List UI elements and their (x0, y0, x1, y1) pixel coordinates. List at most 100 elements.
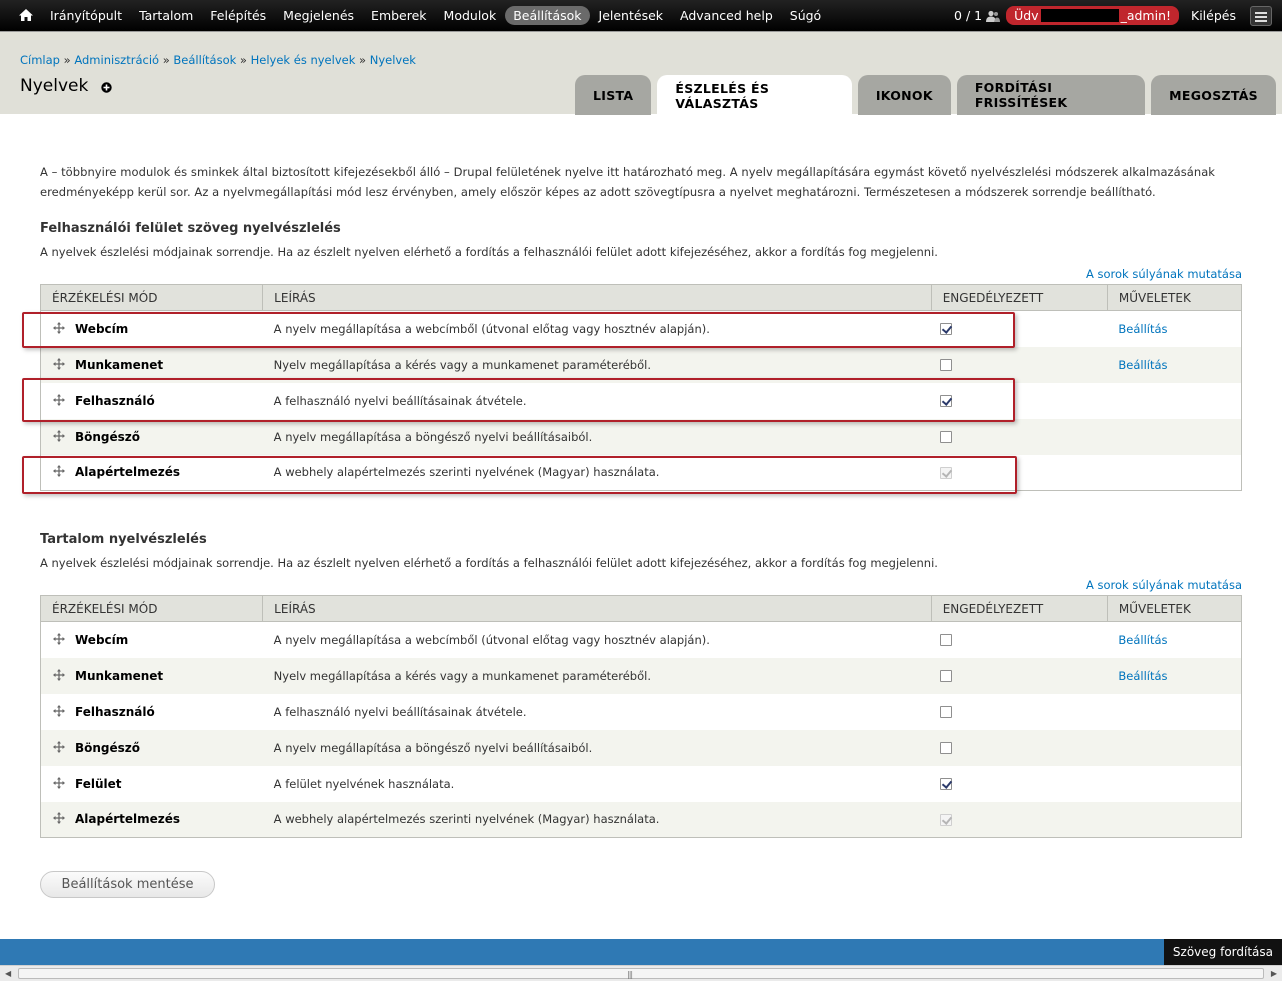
toolbar-item-beallitasok[interactable]: Beállítások (505, 6, 590, 25)
tab-megosztas[interactable]: Megosztás (1151, 75, 1276, 115)
horizontal-scrollbar[interactable]: ◀ ||| ▶ (0, 965, 1282, 981)
home-icon[interactable] (18, 7, 34, 23)
operations-cell (1107, 693, 1242, 730)
configure-link[interactable]: Beállítás (1118, 358, 1167, 372)
toolbar-item-iranyitopult[interactable]: Irányítópult (42, 6, 130, 25)
drag-handle-icon[interactable] (53, 321, 65, 334)
breadcrumb-link[interactable]: Beállítások (173, 53, 236, 67)
enabled-cell (931, 801, 1108, 838)
breadcrumb-separator: » (355, 53, 370, 67)
drag-handle-icon[interactable] (53, 704, 65, 717)
toolbar-item-megjelenes[interactable]: Megjelenés (275, 6, 362, 25)
table-row[interactable]: Felület A felület nyelvének használata. (40, 765, 1242, 802)
operations-cell (1107, 454, 1242, 491)
detection-description: A webhely alapértelmezés szerinti nyelvé… (262, 454, 932, 491)
breadcrumb-separator: » (159, 53, 174, 67)
welcome-user-link[interactable]: Üdv _admin! (1006, 6, 1180, 25)
welcome-suffix: _admin! (1120, 8, 1172, 23)
toolbar-item-modulok[interactable]: Modulok (436, 6, 505, 25)
detection-mode-label: Böngésző (75, 740, 141, 755)
drag-handle-icon[interactable] (53, 465, 65, 478)
online-users-counter: 0 / 1 (954, 8, 983, 23)
enabled-cell (931, 346, 1108, 383)
table-row[interactable]: Felhasználó A felhasználó nyelvi beállítá… (40, 693, 1242, 730)
detection-mode-cell: Webcím (40, 310, 263, 347)
table-row[interactable]: Böngésző A nyelv megállapítása a böngésző… (40, 729, 1242, 766)
detection-description: A felhasználó nyelvi beállításainak átvé… (262, 693, 932, 730)
toolbar-item-jelentesek[interactable]: Jelentések (591, 6, 672, 25)
column-header: Érzékelési mód (40, 284, 263, 311)
enabled-checkbox[interactable] (940, 742, 953, 754)
content-section-title: Tartalom nyelvészlelés (40, 532, 207, 547)
footer-bar (0, 939, 1282, 965)
enabled-checkbox[interactable] (940, 431, 953, 443)
detection-mode-cell: Felhasználó (40, 382, 263, 419)
enabled-checkbox[interactable] (940, 670, 953, 682)
drag-handle-icon[interactable] (53, 357, 65, 370)
toolbar-user-area: 0 / 1 Üdv _admin! Kilépés (954, 0, 1282, 31)
show-row-weights-link[interactable]: A sorok súlyának mutatása (1086, 578, 1242, 592)
detection-mode-label: Webcím (75, 321, 129, 336)
detection-description: A webhely alapértelmezés szerinti nyelvé… (262, 801, 932, 838)
configure-link[interactable]: Beállítás (1118, 669, 1167, 683)
enabled-checkbox[interactable] (940, 706, 953, 718)
enabled-checkbox[interactable] (940, 323, 953, 336)
table-row[interactable]: Alapértelmezés A webhely alapértelmezés s… (40, 801, 1242, 838)
operations-cell (1107, 801, 1242, 838)
drag-handle-icon[interactable] (53, 429, 65, 442)
enabled-checkbox (940, 466, 953, 479)
toolbar-item-sugo[interactable]: Súgó (782, 6, 829, 25)
table-row[interactable]: Böngésző A nyelv megállapítása a böngésző… (40, 418, 1242, 455)
plus-icon[interactable] (101, 82, 112, 93)
breadcrumb-link[interactable]: Nyelvek (370, 53, 416, 67)
detection-description: Nyelv megállapítása a kérés vagy a munka… (262, 657, 932, 694)
tab-forditasi-frissitesek[interactable]: Fordítási frissítések (956, 75, 1146, 115)
drag-handle-icon[interactable] (53, 393, 65, 406)
breadcrumb-link[interactable]: Adminisztráció (74, 53, 159, 67)
translate-text-button[interactable]: Szöveg fordítása (1163, 939, 1282, 965)
drag-handle-icon[interactable] (53, 632, 65, 645)
toolbar-item-advanced-help[interactable]: Advanced help (672, 6, 781, 25)
drag-handle-icon[interactable] (53, 740, 65, 753)
ui-section-title: Felhasználói felület szöveg nyelvészlelé… (40, 221, 341, 236)
detection-mode-cell: Felület (40, 765, 263, 802)
breadcrumb-link[interactable]: Címlap (20, 53, 60, 67)
drag-handle-icon[interactable] (53, 668, 65, 681)
column-header: Műveletek (1106, 595, 1242, 622)
configure-link[interactable]: Beállítás (1118, 633, 1167, 647)
logout-link[interactable]: Kilépés (1191, 8, 1236, 23)
tab-eszleles-es-valasztas[interactable]: Észlelés és választás (657, 75, 852, 116)
toolbar-item-emberek[interactable]: Emberek (363, 6, 435, 25)
toolbar-item-felepites[interactable]: Felépítés (202, 6, 274, 25)
table-row[interactable]: Alapértelmezés A webhely alapértelmezés s… (40, 454, 1242, 491)
tab-ikonok[interactable]: Ikonok (857, 75, 951, 115)
detection-mode-cell: Alapértelmezés (40, 801, 263, 838)
detection-description: A nyelv megállapítása a böngésző nyelvi … (262, 418, 932, 455)
enabled-checkbox[interactable] (940, 359, 953, 371)
drag-handle-icon[interactable] (53, 776, 65, 789)
enabled-checkbox[interactable] (940, 634, 953, 647)
table-row[interactable]: Webcím A nyelv megállapítása a webcímből … (40, 310, 1242, 347)
table-row[interactable]: Felhasználó A felhasználó nyelvi beállítá… (40, 382, 1242, 419)
scrollbar-thumb[interactable] (18, 968, 1264, 979)
show-row-weights-link[interactable]: A sorok súlyának mutatása (1086, 267, 1242, 281)
toolbar-item-tartalom[interactable]: Tartalom (131, 6, 201, 25)
secondary-tabs: Lista Észlelés és választás Ikonok Fordítás… (575, 75, 1282, 116)
table-row[interactable]: Munkamenet Nyelv megállapítása a kérés va… (40, 657, 1242, 694)
breadcrumb: Címlap » Adminisztráció » Beállítások » … (20, 53, 416, 67)
breadcrumb-link[interactable]: Helyek és nyelvek (251, 53, 356, 67)
detection-mode-label: Webcím (75, 632, 129, 647)
table-row[interactable]: Munkamenet Nyelv megállapítása a kérés va… (40, 346, 1242, 383)
table-row[interactable]: Webcím A nyelv megállapítása a webcímből … (40, 621, 1242, 658)
scroll-right-icon[interactable]: ▶ (1271, 969, 1277, 978)
configure-link[interactable]: Beállítás (1118, 322, 1167, 336)
page-description: A – többnyire modulok és sminkek által b… (40, 165, 1216, 199)
enabled-checkbox[interactable] (940, 395, 953, 407)
save-settings-button[interactable]: Beállítások mentése (40, 871, 215, 898)
tab-lista[interactable]: Lista (575, 75, 652, 115)
detection-mode-label: Felület (75, 776, 122, 791)
menu-toggle-icon[interactable] (1250, 6, 1272, 26)
scroll-left-icon[interactable]: ◀ (5, 969, 11, 978)
enabled-checkbox[interactable] (940, 778, 953, 790)
drag-handle-icon[interactable] (53, 812, 65, 825)
